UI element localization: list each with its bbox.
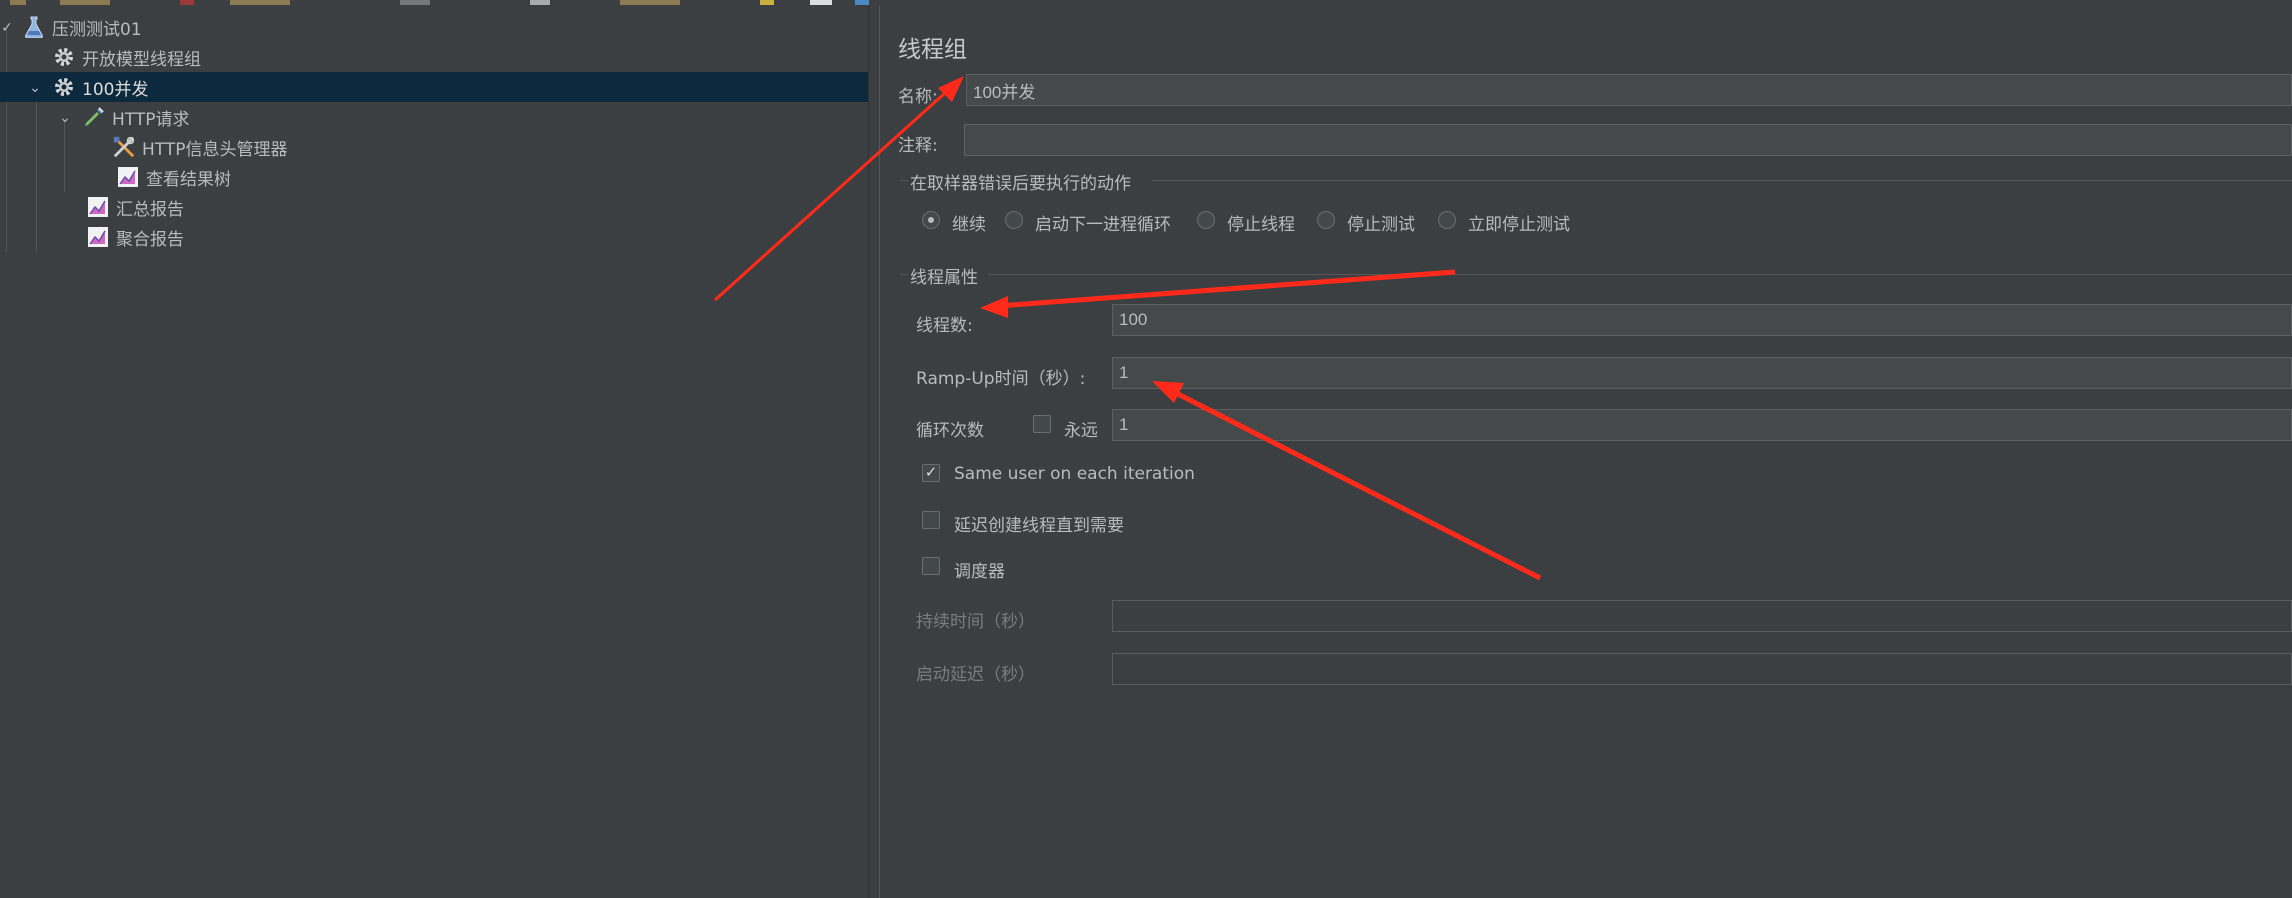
toolbar-button[interactable] [760, 0, 774, 5]
same-user-checkbox[interactable]: ✓ [922, 464, 940, 482]
threads-label: 线程数: [916, 316, 973, 336]
action-start-next-loop-radio[interactable] [1005, 211, 1023, 229]
toolbar-button[interactable] [180, 0, 194, 5]
startup-delay-input[interactable] [1112, 653, 2292, 685]
tree-node-label: 压测测试01 [52, 19, 142, 40]
delay-thread-creation-checkbox[interactable] [922, 511, 940, 529]
comment-input[interactable] [964, 124, 2292, 156]
chevron-down-icon[interactable]: ⌄ [28, 79, 42, 95]
scheduler-checkbox[interactable] [922, 557, 940, 575]
action-stop-test-now-radio[interactable] [1438, 211, 1456, 229]
toolbar-button[interactable] [10, 0, 26, 5]
action-stop-test-now-label: 立即停止测试 [1468, 215, 1570, 235]
tree-node-label: 汇总报告 [116, 199, 184, 220]
tree-node-label: HTTP请求 [112, 109, 190, 130]
toolbar-button[interactable] [530, 0, 550, 5]
tree-node-label: 开放模型线程组 [82, 49, 201, 70]
toolbar-button[interactable] [810, 0, 832, 5]
delay-thread-creation-label: 延迟创建线程直到需要 [954, 516, 1124, 536]
rampup-input[interactable] [1112, 357, 2292, 389]
test-plan-flask-icon [22, 15, 46, 39]
tree-node-label: 聚合报告 [116, 229, 184, 250]
tree-node-label: 100并发 [82, 79, 149, 100]
group-border [900, 274, 908, 275]
group-border [900, 180, 908, 181]
tree-node-100-concurrency[interactable]: ⌄ 100并发 [0, 72, 868, 102]
tree-node-http-header-manager[interactable]: HTTP信息头管理器 [0, 132, 868, 162]
chevron-down-icon[interactable]: ✓ [0, 19, 14, 35]
panel-title: 线程组 [898, 37, 967, 63]
action-stop-thread-radio[interactable] [1197, 211, 1215, 229]
same-user-label: Same user on each iteration [954, 464, 1195, 484]
tree-node-label: HTTP信息头管理器 [142, 139, 288, 160]
chevron-down-icon[interactable]: ⌄ [58, 109, 72, 125]
tools-config-icon [112, 135, 136, 159]
forever-label: 永远 [1064, 421, 1098, 441]
toolbar-button[interactable] [855, 0, 869, 5]
test-plan-tree[interactable]: ✓ 压测测试01 开放模型线程组 ⌄ 100并发 ⌄ HTTP请求 HTTP信息… [0, 6, 868, 898]
startup-delay-label: 启动延迟（秒） [916, 665, 1035, 685]
threads-input[interactable] [1112, 304, 2292, 336]
forever-checkbox[interactable] [1033, 415, 1051, 433]
name-label: 名称: [898, 87, 938, 107]
tree-node-http-request[interactable]: ⌄ HTTP请求 [0, 102, 868, 132]
tree-node-aggregate-report[interactable]: 聚合报告 [0, 222, 868, 252]
action-stop-test-label: 停止测试 [1347, 215, 1415, 235]
action-continue-label: 继续 [952, 215, 986, 235]
listener-chart-icon [86, 195, 110, 219]
sampler-error-action-group-label: 在取样器错误后要执行的动作 [910, 174, 1131, 194]
tree-node-open-model-thread-group[interactable]: 开放模型线程组 [0, 42, 868, 72]
toolbar-button[interactable] [620, 0, 680, 5]
duration-input[interactable] [1112, 600, 2292, 632]
thread-properties-group-label: 线程属性 [910, 268, 978, 288]
gear-icon [52, 75, 76, 99]
gear-icon [52, 45, 76, 69]
rampup-label: Ramp-Up时间（秒）: [916, 369, 1086, 389]
action-stop-thread-label: 停止线程 [1227, 215, 1295, 235]
group-border [1152, 180, 2292, 181]
group-border [988, 274, 2292, 275]
comment-label: 注释: [898, 136, 938, 156]
scheduler-label: 调度器 [954, 562, 1005, 582]
loop-count-input[interactable] [1112, 409, 2292, 441]
action-stop-test-radio[interactable] [1317, 211, 1335, 229]
toolbar-button[interactable] [60, 0, 110, 5]
tree-node-summary-report[interactable]: 汇总报告 [0, 192, 868, 222]
toolbar-button[interactable] [230, 0, 290, 5]
split-pane-divider[interactable] [868, 6, 883, 898]
duration-label: 持续时间（秒） [916, 612, 1035, 632]
tree-node-test-plan[interactable]: ✓ 压测测试01 [0, 12, 868, 42]
tree-node-label: 查看结果树 [146, 169, 231, 190]
listener-chart-icon [116, 165, 140, 189]
action-start-next-loop-label: 启动下一进程循环 [1035, 215, 1171, 235]
pipette-sampler-icon [82, 105, 106, 129]
thread-group-panel: 线程组 名称: 注释: 在取样器错误后要执行的动作 继续 启动下一进程循环 停止… [882, 6, 2292, 898]
name-input[interactable] [966, 74, 2292, 106]
tree-node-view-results-tree[interactable]: 查看结果树 [0, 162, 868, 192]
toolbar-button[interactable] [400, 0, 430, 5]
action-continue-radio[interactable] [922, 211, 940, 229]
listener-chart-icon [86, 225, 110, 249]
loop-count-label: 循环次数 [916, 421, 984, 441]
